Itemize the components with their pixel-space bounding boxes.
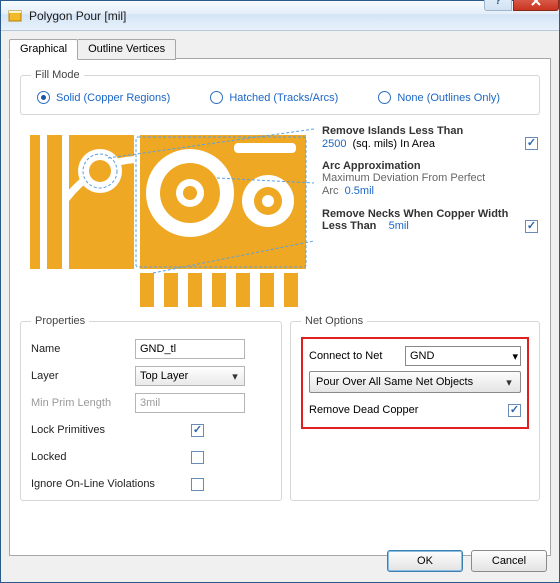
- close-button[interactable]: [513, 0, 559, 11]
- connect-net-dropdown[interactable]: GND ▾: [405, 346, 521, 366]
- app-icon: [7, 8, 23, 24]
- radio-hatched[interactable]: Hatched (Tracks/Arcs): [210, 91, 338, 104]
- net-options-group: Net Options Connect to Net GND ▾ Pour Ov…: [290, 315, 540, 501]
- chevron-down-icon: ▾: [512, 350, 518, 363]
- radio-icon: [210, 91, 223, 104]
- locked-checkbox[interactable]: [191, 451, 204, 464]
- necks-value[interactable]: 5mil: [389, 220, 409, 232]
- necks-checkbox[interactable]: [525, 220, 538, 233]
- client-area: Graphical Outline Vertices Fill Mode Sol…: [1, 31, 559, 582]
- islands-value[interactable]: 2500: [322, 138, 346, 150]
- fill-mode-legend: Fill Mode: [31, 69, 84, 81]
- titlebar[interactable]: Polygon Pour [mil] ?: [1, 1, 559, 31]
- arc-value[interactable]: 0.5mil: [345, 185, 374, 197]
- chevron-down-icon: ▾: [502, 376, 516, 389]
- islands-checkbox[interactable]: [525, 137, 538, 150]
- fill-mode-group: Fill Mode Solid (Copper Regions) Hatched…: [20, 69, 540, 115]
- remove-dead-copper-checkbox[interactable]: [508, 404, 521, 417]
- window-title: Polygon Pour [mil]: [29, 9, 484, 23]
- cancel-button[interactable]: Cancel: [471, 550, 547, 572]
- pour-diagram: [22, 123, 314, 315]
- polygon-pour-dialog: Polygon Pour [mil] ? Graphical Outline V…: [0, 0, 560, 583]
- lock-primitives-checkbox[interactable]: [191, 424, 204, 437]
- ok-button[interactable]: OK: [387, 550, 463, 572]
- pour-illustration: [22, 123, 314, 315]
- pour-options: Remove Islands Less Than 2500 (sq. mils)…: [322, 123, 538, 315]
- close-icon: [530, 0, 542, 6]
- net-options-highlight: Connect to Net GND ▾ Pour Over All Same …: [301, 337, 529, 429]
- min-prim-field: [135, 393, 245, 413]
- properties-group: Properties Name Layer Top Layer ▾ Min Pr…: [20, 315, 282, 501]
- radio-none[interactable]: None (Outlines Only): [378, 91, 500, 104]
- radio-icon: [378, 91, 391, 104]
- chevron-down-icon: ▾: [228, 370, 242, 383]
- radio-icon: [37, 91, 50, 104]
- layer-dropdown[interactable]: Top Layer ▾: [135, 366, 245, 386]
- tab-outline-vertices[interactable]: Outline Vertices: [78, 39, 176, 60]
- name-field[interactable]: [135, 339, 245, 359]
- tab-graphical[interactable]: Graphical: [9, 39, 78, 60]
- tab-panel: Fill Mode Solid (Copper Regions) Hatched…: [9, 58, 551, 556]
- ignore-violations-checkbox[interactable]: [191, 478, 204, 491]
- radio-solid[interactable]: Solid (Copper Regions): [37, 91, 170, 104]
- pour-over-dropdown[interactable]: Pour Over All Same Net Objects ▾: [309, 371, 521, 393]
- help-button[interactable]: ?: [484, 0, 512, 11]
